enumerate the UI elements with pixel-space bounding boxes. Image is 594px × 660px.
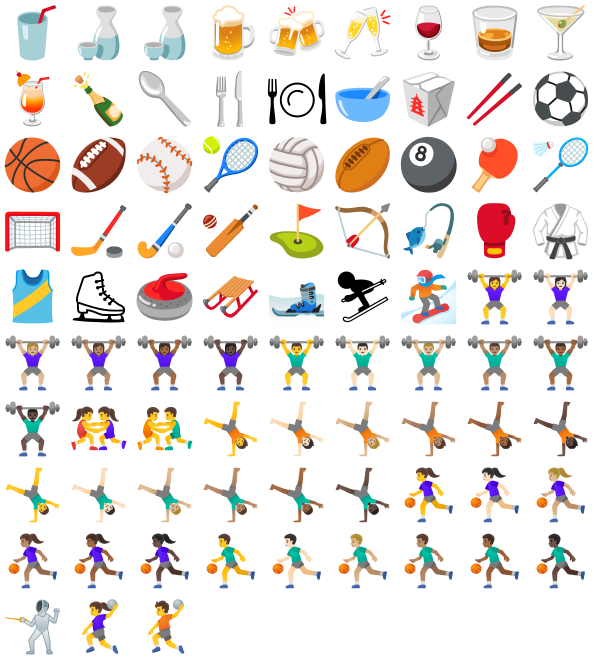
person-cartwheeling-medium-light-skin-icon: 🤸🏼 [331,400,395,458]
woman-bouncing-ball-medium-skin-icon: ⛹🏽‍♀️ [1,532,65,590]
man-bouncing-ball-medium-light-skin-icon: ⛹🏼‍♂️ [331,532,395,590]
skis-icon: 🎿 [265,268,329,326]
person-cartwheeling-dark-skin-icon: 🤸🏿 [529,400,593,458]
pool-8-ball-icon: 🎱 [397,136,461,194]
woman-lifting-weights-medium-dark-skin-icon: 🏋🏾‍♀️ [133,334,197,392]
ping-pong-icon: 🏓 [463,136,527,194]
ice-skate-icon: ⛸ [67,268,131,326]
sled-icon: 🛷 [199,268,263,326]
skier-icon: ⛷ [331,268,395,326]
tennis-icon: 🎾 [199,136,263,194]
cocktail-glass-icon: 🍸 [529,4,593,62]
person-cartwheeling-light-skin-icon: 🤸🏻 [265,400,329,458]
tropical-drink-icon: 🍹 [1,70,65,128]
man-bouncing-ball-medium-skin-icon: ⛹🏽‍♂️ [397,532,461,590]
woman-lifting-weights-light-skin-icon: 🏋🏻‍♀️ [529,268,593,326]
man-bouncing-ball-icon: ⛹️‍♂️ [199,532,263,590]
cricket-game-icon: 🏏 [199,202,263,260]
fishing-pole-icon: 🎣 [397,202,461,260]
man-bouncing-ball-medium-dark-skin-icon: ⛹🏾‍♂️ [463,532,527,590]
fork-and-knife-icon: 🍴 [199,70,263,128]
chopsticks-icon: 🥢 [463,70,527,128]
wine-glass-icon: 🍷 [397,4,461,62]
spoon-icon: 🥄 [133,70,197,128]
woman-lifting-weights-medium-light-skin-icon: 🏋🏼‍♀️ [1,334,65,392]
woman-bouncing-ball-dark-skin-icon: ⛹🏿‍♀️ [133,532,197,590]
woman-lifting-weights-icon: 🏋️‍♀️ [463,268,527,326]
man-bouncing-ball-light-skin-icon: ⛹🏻‍♂️ [265,532,329,590]
woman-bouncing-ball-medium-light-skin-icon: ⛹🏼‍♀️ [529,466,593,524]
man-lifting-weights-dark-skin-icon: 🏋🏿‍♂️ [1,400,65,458]
rugby-football-icon: 🏉 [331,136,395,194]
man-cartwheeling-medium-skin-icon: 🤸🏽‍♂️ [199,466,263,524]
martial-arts-uniform-icon: 🥋 [529,202,593,260]
person-playing-handball-icon: 🤾 [133,598,197,656]
person-fencing-icon: 🤺 [1,598,65,656]
man-bouncing-ball-dark-skin-icon: ⛹🏿‍♂️ [529,532,593,590]
woman-lifting-weights-medium-skin-icon: 🏋🏽‍♀️ [67,334,131,392]
person-cartwheeling-medium-dark-skin-icon: 🤸🏾 [463,400,527,458]
champagne-bottle-icon: 🍾 [67,70,131,128]
flag-in-hole-icon: ⛳ [265,202,329,260]
takeout-box-icon: 🥡 [397,70,461,128]
man-cartwheeling-light-skin-icon: 🤸🏻‍♂️ [67,466,131,524]
person-cartwheeling-icon: 🤸 [199,400,263,458]
sake-cup-icon: 🍶 [67,4,131,62]
cup-with-straw-icon: 🥤 [1,4,65,62]
ice-hockey-icon: 🏒 [67,202,131,260]
fork-and-knife-with-plate-icon: 🍽 [265,70,329,128]
running-shirt-icon: 🎽 [1,268,65,326]
sake-bottle-icon: 🍶 [133,4,197,62]
field-hockey-icon: 🏑 [133,202,197,260]
woman-bouncing-ball-icon: ⛹️‍♀️ [397,466,461,524]
bow-and-arrow-icon: 🏹 [331,202,395,260]
man-lifting-weights-light-skin-icon: 🏋🏻‍♂️ [331,334,395,392]
american-football-icon: 🏈 [67,136,131,194]
person-cartwheeling-medium-skin-icon: 🤸🏽 [397,400,461,458]
women-wrestling-icon: 🤼‍♀️ [67,400,131,458]
man-cartwheeling-dark-skin-icon: 🤸🏿‍♂️ [331,466,395,524]
emoji-grid: 🥤 🍶 🍶 🍺 🍻 🥂 🍷 🥃 🍸 🍹 🍾 🥄 🍴 🍽 🥣 🥡 🥢 ⚽ 🏀 🏈 ⚾ 🎾 🏐 🏉 🎱 🏓 🏸 🥅 🏒 🏑 🏏 ⛳ 🏹 🎣 🥊 🥋 🎽 ⛸ 🥌 🛷… [0,0,594,660]
clinking-beer-mugs-icon: 🍻 [265,4,329,62]
baseball-icon: ⚾ [133,136,197,194]
badminton-icon: 🏸 [529,136,593,194]
tumbler-glass-icon: 🥃 [463,4,527,62]
man-lifting-weights-medium-dark-skin-icon: 🏋🏾‍♂️ [529,334,593,392]
beer-mug-icon: 🍺 [199,4,263,62]
snowboarder-icon: 🏂 [397,268,461,326]
man-lifting-weights-icon: 🏋️‍♂️ [265,334,329,392]
woman-playing-handball-icon: 🤾‍♀️ [67,598,131,656]
basketball-icon: 🏀 [1,136,65,194]
man-lifting-weights-medium-skin-icon: 🏋🏽‍♂️ [463,334,527,392]
clinking-glasses-icon: 🥂 [331,4,395,62]
woman-lifting-weights-dark-skin-icon: 🏋🏿‍♀️ [199,334,263,392]
man-cartwheeling-medium-light-skin-icon: 🤸🏼‍♂️ [133,466,197,524]
volleyball-icon: 🏐 [265,136,329,194]
man-lifting-weights-medium-light-skin-icon: 🏋🏼‍♂️ [397,334,461,392]
man-cartwheeling-icon: 🤸‍♂️ [1,466,65,524]
woman-bouncing-ball-light-skin-icon: ⛹🏻‍♀️ [463,466,527,524]
bowl-with-soup-icon: 🥣 [331,70,395,128]
woman-bouncing-ball-medium-dark-skin-icon: ⛹🏾‍♀️ [67,532,131,590]
goal-net-icon: 🥅 [1,202,65,260]
man-cartwheeling-medium-dark-skin-icon: 🤸🏾‍♂️ [265,466,329,524]
men-wrestling-icon: 🤼‍♂️ [133,400,197,458]
boxing-glove-icon: 🥊 [463,202,527,260]
curling-stone-icon: 🥌 [133,268,197,326]
soccer-ball-icon: ⚽ [529,70,593,128]
